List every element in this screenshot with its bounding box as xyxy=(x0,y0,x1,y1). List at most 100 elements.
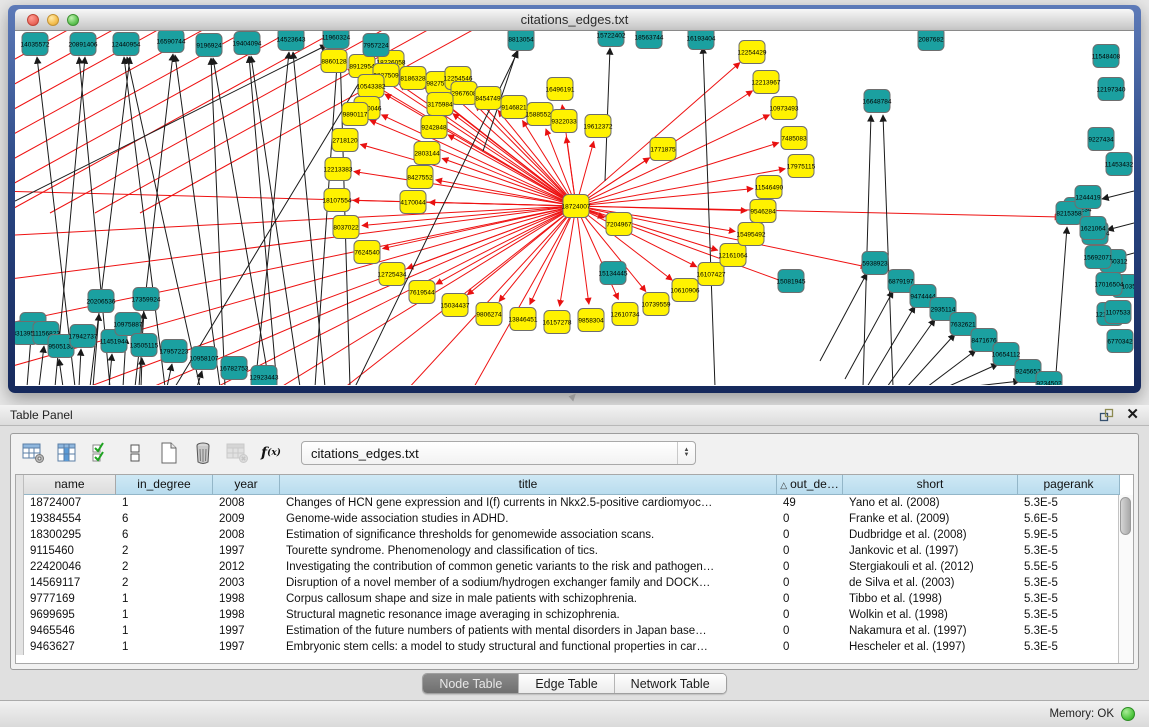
table-row[interactable]: 946554611997Estimation of the future num… xyxy=(16,623,1133,639)
graph-node[interactable]: 9146821 xyxy=(501,96,527,119)
graph-node[interactable]: 1107533 xyxy=(1105,301,1131,324)
graph-node[interactable]: 16496191 xyxy=(546,78,575,101)
tab-node-table[interactable]: Node Table xyxy=(423,674,519,693)
graph-node[interactable]: 10739559 xyxy=(642,293,671,316)
graph-node[interactable]: 17975115 xyxy=(787,155,816,178)
graph-node[interactable]: 12213967 xyxy=(752,71,781,94)
graph-node[interactable]: 10543382 xyxy=(357,75,386,98)
graph-node[interactable]: 11548408 xyxy=(1092,45,1121,68)
row-height-button[interactable] xyxy=(123,441,147,465)
graph-edge-red[interactable] xyxy=(436,206,576,284)
graph-edge-black[interactable] xyxy=(883,115,893,385)
graph-edge-red[interactable] xyxy=(15,31,255,213)
graph-edge-black[interactable] xyxy=(820,273,867,361)
graph-edge-red[interactable] xyxy=(448,135,576,206)
graph-edge-black[interactable] xyxy=(1107,223,1134,230)
graph-edge-black[interactable] xyxy=(59,359,63,385)
table-row[interactable]: 2242004622012Investigating the contribut… xyxy=(16,559,1133,575)
tab-network-table[interactable]: Network Table xyxy=(615,674,726,693)
show-columns-button[interactable] xyxy=(55,441,79,465)
graph-node[interactable]: 9322033 xyxy=(551,110,577,133)
graph-node[interactable]: 15134445 xyxy=(599,262,628,285)
graph-node[interactable]: 2087682 xyxy=(918,31,944,51)
graph-node[interactable]: 14035572 xyxy=(21,33,50,56)
graph-node[interactable]: 10958107 xyxy=(190,347,219,370)
graph-node[interactable]: 16648784 xyxy=(863,90,892,113)
graph-node[interactable]: 7485083 xyxy=(781,127,807,150)
graph-node[interactable]: 13505115 xyxy=(130,334,159,357)
graph-edge-red[interactable] xyxy=(15,31,345,213)
vertical-scrollbar[interactable] xyxy=(1118,495,1133,663)
graph-edge-red[interactable] xyxy=(15,31,120,213)
graph-node[interactable]: 12923443 xyxy=(250,366,279,386)
graph-node[interactable]: 2967608 xyxy=(451,82,477,105)
graph-node[interactable]: 19612372 xyxy=(584,115,613,138)
graph-node[interactable]: 15495492 xyxy=(737,223,766,246)
graph-edge-black[interactable] xyxy=(255,52,289,385)
graph-edge-black[interactable] xyxy=(1055,227,1067,385)
graph-edge-black[interactable] xyxy=(845,291,893,379)
scrollbar-thumb[interactable] xyxy=(1120,497,1131,535)
graph-edge-black[interactable] xyxy=(167,364,172,385)
graph-node[interactable]: 13846451 xyxy=(509,308,538,331)
graph-edge-red[interactable] xyxy=(467,206,576,295)
graph-node[interactable]: 15722402 xyxy=(597,31,626,47)
graph-node[interactable]: 12440954 xyxy=(112,33,141,56)
function-builder-button[interactable]: f(x) xyxy=(259,441,283,465)
table-row[interactable]: 946362711997Embryonic stem cells: a mode… xyxy=(16,639,1133,655)
graph-edge-black[interactable] xyxy=(39,346,44,385)
graph-node[interactable]: 15034437 xyxy=(441,294,470,317)
graph-edge-black[interactable] xyxy=(293,52,325,385)
graph-edge-black[interactable] xyxy=(1102,191,1134,199)
column-header-name[interactable]: name xyxy=(24,475,116,495)
graph-node[interactable]: 12254429 xyxy=(738,41,767,64)
graph-node[interactable]: 8427552 xyxy=(407,166,433,189)
graph-node[interactable]: 8860128 xyxy=(321,50,347,73)
graph-node[interactable]: 9806274 xyxy=(476,303,502,326)
graph-edge-black[interactable] xyxy=(907,334,955,385)
graph-node[interactable]: 17359924 xyxy=(132,288,161,311)
graph-node[interactable]: 17016504 xyxy=(1095,273,1124,296)
column-header-out_de[interactable]: △out_de… xyxy=(777,475,843,495)
table-row[interactable]: 977716911998Corpus callosum shape and si… xyxy=(16,591,1133,607)
graph-node[interactable]: 1244419 xyxy=(1075,186,1101,209)
create-column-button[interactable] xyxy=(157,441,181,465)
graph-edge-black[interactable] xyxy=(213,58,270,385)
graph-node[interactable]: 9227434 xyxy=(1088,128,1114,151)
graph-node[interactable]: 9890117 xyxy=(342,103,368,126)
graph-edge-black[interactable] xyxy=(109,354,112,385)
table-options-button[interactable] xyxy=(21,441,45,465)
float-window-icon[interactable] xyxy=(1099,408,1114,422)
graph-node[interactable]: 16107427 xyxy=(697,263,726,286)
graph-node[interactable]: 11546490 xyxy=(755,176,784,199)
graph-node[interactable]: 9242848 xyxy=(421,116,447,139)
graph-node[interactable]: 10973493 xyxy=(770,97,799,120)
graph-node[interactable]: 12213383 xyxy=(324,158,353,181)
graph-edge-black[interactable] xyxy=(93,314,99,385)
graph-node[interactable]: 9234502 xyxy=(1036,372,1062,386)
graph-node[interactable]: 11960324 xyxy=(322,31,351,49)
graph-node[interactable]: 5938923 xyxy=(862,252,888,275)
graph-node[interactable]: 7624540 xyxy=(354,241,380,264)
graph-node[interactable]: 18563744 xyxy=(635,31,664,49)
graph-edge-red[interactable] xyxy=(576,206,697,267)
graph-node[interactable]: 12161064 xyxy=(719,244,748,267)
graph-node[interactable]: 9546284 xyxy=(750,200,776,223)
graph-edge-red[interactable] xyxy=(576,206,718,250)
graph-node[interactable]: 17957223 xyxy=(160,340,189,363)
column-header-in_degree[interactable]: in_degree xyxy=(116,475,213,495)
graph-node[interactable]: 9196924 xyxy=(196,34,222,57)
delete-column-button[interactable] xyxy=(191,441,215,465)
graph-node[interactable]: 12197340 xyxy=(1097,78,1126,101)
graph-node[interactable]: 15885520 xyxy=(526,103,555,126)
graph-edge-black[interactable] xyxy=(947,364,998,385)
graph-node[interactable]: 19404094 xyxy=(233,32,262,55)
tab-edge-table[interactable]: Edge Table xyxy=(519,674,614,693)
graph-node[interactable]: 8186328 xyxy=(400,67,426,90)
table-row[interactable]: 911546021997Tourette syndrome. Phenomeno… xyxy=(16,543,1133,559)
graph-node[interactable]: 20206536 xyxy=(87,290,116,313)
graph-node[interactable]: 15081945 xyxy=(777,270,806,293)
graph-edge-black[interactable] xyxy=(967,381,1020,385)
close-panel-icon[interactable]: ✕ xyxy=(1126,408,1139,422)
column-header-title[interactable]: title xyxy=(280,475,777,495)
